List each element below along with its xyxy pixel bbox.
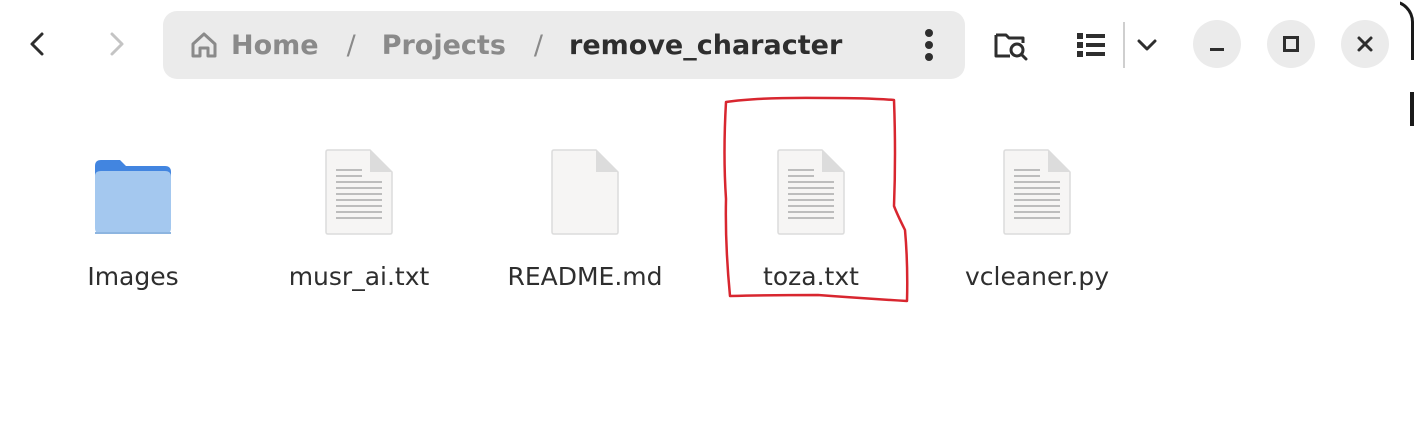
chevron-down-icon: [1137, 39, 1157, 51]
window-border: [1400, 0, 1414, 60]
blank-file-icon-wrap: [540, 140, 630, 236]
file-item-toza[interactable]: toza.txt: [711, 140, 911, 300]
path-menu-button[interactable]: [911, 25, 947, 65]
file-manager-window: Home / Projects / remove_character Image…: [0, 0, 1414, 438]
view-options-dropdown[interactable]: [1128, 22, 1166, 68]
breadcrumb-projects[interactable]: Projects: [382, 30, 506, 61]
minimize-icon: [1210, 48, 1224, 51]
vertical-dots-icon: [925, 29, 933, 61]
blank-file-icon: [551, 149, 619, 235]
scrollbar-edge: [1410, 120, 1414, 126]
file-name: vcleaner.py: [964, 262, 1109, 291]
chevron-left-icon: [30, 32, 44, 56]
maximize-icon: [1283, 36, 1299, 52]
minimize-button[interactable]: [1193, 20, 1241, 68]
file-name: Images: [87, 262, 179, 291]
file-name: musr_ai.txt: [288, 262, 430, 291]
file-item-readme[interactable]: README.md: [485, 140, 685, 300]
list-view-icon: [1077, 33, 1105, 57]
list-view-button[interactable]: [1068, 22, 1114, 68]
text-file-icon: [325, 149, 393, 235]
text-file-icon-wrap: [314, 140, 404, 236]
breadcrumb-projects-label: Projects: [381, 29, 506, 61]
toolbar-divider: [1123, 22, 1125, 68]
file-item-musr-ai[interactable]: musr_ai.txt: [259, 140, 459, 300]
breadcrumb-separator: /: [346, 29, 356, 61]
home-icon: [191, 32, 217, 58]
search-button[interactable]: [988, 22, 1034, 68]
maximize-button[interactable]: [1267, 20, 1315, 68]
back-button[interactable]: [16, 22, 60, 66]
chevron-right-icon: [110, 32, 124, 56]
close-icon: [1357, 36, 1373, 52]
close-button[interactable]: [1341, 20, 1389, 68]
file-item-vcleaner[interactable]: vcleaner.py: [937, 140, 1137, 300]
window-edge: [1392, 0, 1414, 438]
text-file-icon-wrap: [992, 140, 1082, 236]
folder-search-icon: [994, 33, 1028, 61]
text-file-icon-wrap: [766, 140, 856, 236]
text-file-icon: [1003, 149, 1071, 235]
breadcrumb-home-label: Home: [231, 29, 319, 61]
breadcrumb-separator: /: [533, 29, 544, 61]
text-file-icon: [777, 149, 845, 235]
breadcrumb-current-label: remove_character: [569, 29, 843, 61]
breadcrumb-current-folder[interactable]: remove_character: [569, 30, 842, 61]
folder-icon: [95, 160, 171, 234]
file-item-images[interactable]: Images: [33, 140, 233, 300]
folder-icon-wrap: [88, 140, 178, 236]
file-name: README.md: [507, 262, 663, 291]
breadcrumb: Home / Projects / remove_character: [163, 11, 965, 79]
file-name: toza.txt: [763, 262, 859, 291]
forward-button[interactable]: [94, 22, 138, 66]
breadcrumb-home[interactable]: Home: [189, 30, 319, 61]
